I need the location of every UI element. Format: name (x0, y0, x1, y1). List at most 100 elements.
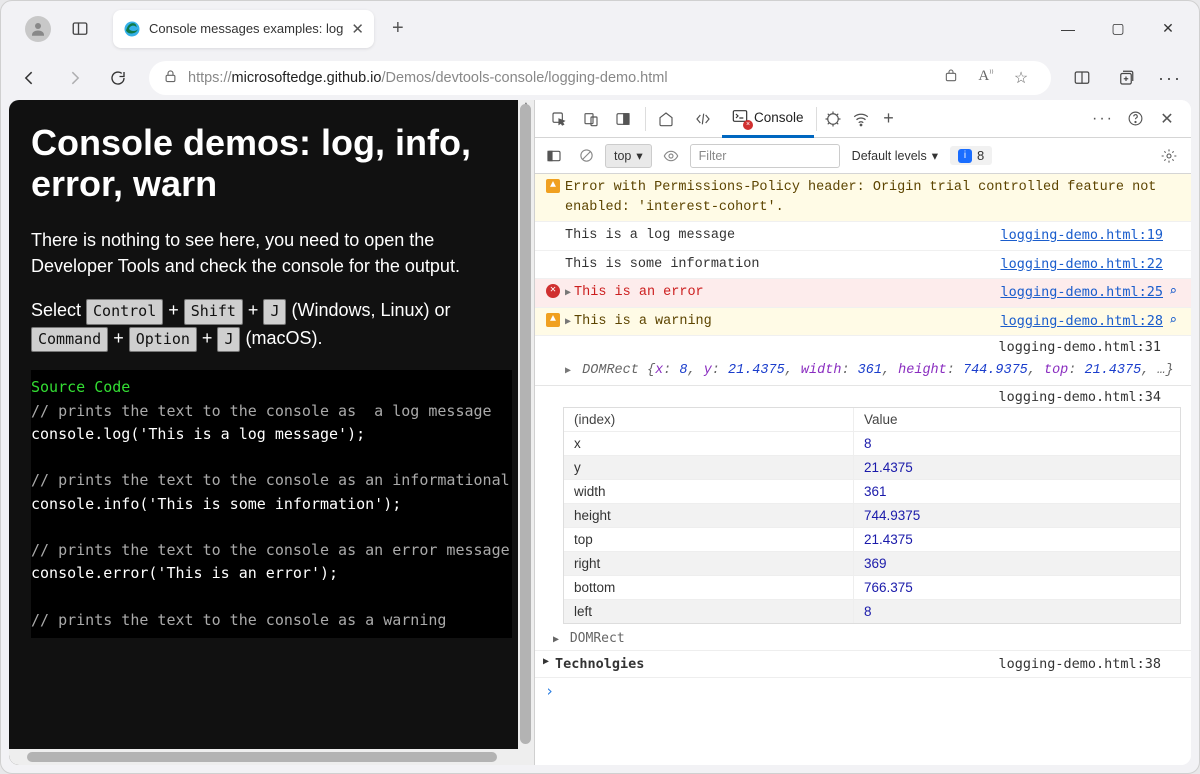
console-row-error[interactable]: ✕ ▶This is an error logging-demo.html:25… (535, 279, 1191, 308)
workspaces-icon[interactable] (61, 10, 99, 48)
url-scheme: https:// (188, 70, 232, 86)
tab-elements[interactable] (684, 100, 722, 138)
table-header-index[interactable]: (index) (564, 408, 854, 431)
table-cell: y (564, 456, 854, 479)
table-cell: width (564, 480, 854, 503)
source-code-box: Source Code // prints the text to the co… (31, 370, 512, 638)
console-row-info[interactable]: This is some information logging-demo.ht… (535, 251, 1191, 280)
tab-console[interactable]: × Console (722, 100, 814, 138)
issues-count-badge[interactable]: i8 (950, 146, 992, 165)
window-maximize-button[interactable]: ▢ (1093, 9, 1143, 49)
issues-icon[interactable] (819, 105, 847, 133)
console-prompt[interactable]: › (535, 677, 1191, 704)
console-table-footer[interactable]: ▶ DOMRect (535, 627, 1191, 650)
shopping-icon[interactable] (935, 68, 967, 88)
devtools-panel: × Console + ··· ✕ top ▾ Filter D (534, 100, 1191, 765)
kbd-j: J (263, 299, 286, 325)
browser-window: Console messages examples: log ✕ + — ▢ ✕… (0, 0, 1200, 774)
kbd-shift: Shift (184, 299, 243, 325)
hscroll-thumb[interactable] (27, 752, 497, 762)
demo-page-viewport: Console demos: log, info, error, warn Th… (9, 100, 534, 765)
more-tabs-icon[interactable]: + (875, 105, 903, 133)
warning-icon: ▲ (546, 179, 560, 193)
titlebar: Console messages examples: log ✕ + — ▢ ✕ (1, 1, 1199, 56)
table-header-value[interactable]: Value (854, 408, 1180, 431)
devtools-menu-icon[interactable]: ··· (1089, 105, 1117, 133)
split-screen-icon[interactable] (1061, 61, 1103, 95)
profile-avatar[interactable] (25, 16, 51, 42)
live-expression-icon[interactable] (658, 143, 684, 169)
console-row-log[interactable]: This is a log message logging-demo.html:… (535, 222, 1191, 251)
warning-icon: ▲ (546, 313, 560, 327)
read-aloud-icon[interactable]: A⁾⁾ (970, 68, 1002, 88)
collections-icon[interactable] (1105, 61, 1147, 95)
source-link[interactable]: logging-demo.html:34 (998, 389, 1161, 405)
source-link[interactable]: logging-demo.html:25 (992, 283, 1163, 303)
source-link[interactable]: logging-demo.html:31 (998, 339, 1161, 355)
console-row-domrect[interactable]: ▶ DOMRect {x: 8, y: 21.4375, width: 361,… (535, 357, 1191, 386)
tab-welcome[interactable] (648, 100, 684, 138)
network-conditions-icon[interactable] (847, 105, 875, 133)
kbd-j2: J (217, 327, 240, 353)
favorite-icon[interactable]: ☆ (1005, 68, 1037, 88)
table-cell: bottom (564, 576, 854, 599)
console-row-permissions-warning[interactable]: ▲ Error with Permissions-Policy header: … (535, 174, 1191, 222)
forward-button (53, 61, 95, 95)
filter-input[interactable]: Filter (690, 144, 840, 168)
page-paragraph-2: Select Control + Shift + J (Windows, Lin… (31, 297, 512, 353)
error-icon: ✕ (546, 284, 560, 298)
search-icon[interactable]: ⌕ (1163, 312, 1183, 331)
source-link[interactable]: logging-demo.html:28 (992, 312, 1163, 332)
console-settings-icon[interactable] (1159, 143, 1185, 169)
inspect-element-icon[interactable] (545, 105, 573, 133)
log-levels-dropdown[interactable]: Default levels ▾ (852, 148, 938, 163)
console-row-domrect-source: logging-demo.html:31 (535, 336, 1191, 357)
console-icon: × (732, 108, 748, 127)
browser-tab[interactable]: Console messages examples: log ✕ (113, 10, 374, 48)
refresh-button[interactable] (97, 61, 139, 95)
tab-close-icon[interactable]: ✕ (351, 20, 364, 38)
expand-toggle-icon[interactable]: ▶ (565, 365, 571, 380)
table-cell: height (564, 504, 854, 527)
horizontal-scrollbar[interactable] (9, 749, 534, 765)
console-row-table-source: logging-demo.html:34 (535, 386, 1191, 407)
expand-toggle-icon[interactable]: ▶ (565, 316, 571, 331)
context-selector[interactable]: top ▾ (605, 144, 652, 168)
menu-button[interactable]: ··· (1149, 61, 1191, 95)
console-toolbar: top ▾ Filter Default levels ▾ i8 (535, 138, 1191, 174)
expand-toggle-icon[interactable]: ▶ (553, 634, 559, 645)
console-row-technologies[interactable]: ▶ Technolgies logging-demo.html:38 (535, 650, 1191, 677)
content-area: Console demos: log, info, error, warn Th… (9, 100, 1191, 765)
source-link[interactable]: logging-demo.html:19 (992, 226, 1163, 246)
console-table: (index)Value x8 y21.4375 width361 height… (563, 407, 1181, 624)
device-emulation-icon[interactable] (577, 105, 605, 133)
url-bar[interactable]: https://microsoftedge.github.io/Demos/de… (149, 61, 1051, 95)
console-row-warning[interactable]: ▲ ▶This is a warning logging-demo.html:2… (535, 308, 1191, 337)
devtools-close-icon[interactable]: ✕ (1153, 105, 1181, 133)
help-icon[interactable] (1121, 105, 1149, 133)
devtools-tabs: × Console + ··· ✕ (535, 100, 1191, 138)
source-link[interactable]: logging-demo.html:22 (992, 255, 1163, 275)
table-cell: top (564, 528, 854, 551)
window-close-button[interactable]: ✕ (1143, 9, 1193, 49)
expand-toggle-icon[interactable]: ▶ (543, 656, 549, 672)
scroll-thumb[interactable] (520, 104, 531, 744)
dock-side-icon[interactable] (609, 105, 637, 133)
page-paragraph-1: There is nothing to see here, you need t… (31, 227, 512, 279)
url-path: /Demos/devtools-console/logging-demo.htm… (381, 70, 667, 86)
back-button[interactable] (9, 61, 51, 95)
page-heading: Console demos: log, info, error, warn (31, 122, 512, 205)
kbd-control: Control (86, 299, 163, 325)
address-bar: https://microsoftedge.github.io/Demos/de… (1, 56, 1199, 100)
window-minimize-button[interactable]: — (1043, 9, 1093, 49)
table-cell: 8 (854, 432, 1180, 455)
clear-console-icon[interactable] (573, 143, 599, 169)
search-icon[interactable]: ⌕ (1163, 283, 1183, 302)
table-cell: 766.375 (854, 576, 1180, 599)
console-sidebar-toggle-icon[interactable] (541, 143, 567, 169)
kbd-option: Option (129, 327, 197, 353)
source-link[interactable]: logging-demo.html:38 (998, 656, 1183, 672)
expand-toggle-icon[interactable]: ▶ (565, 287, 571, 302)
new-tab-button[interactable]: + (392, 17, 404, 40)
vertical-scrollbar[interactable]: ▲ ▼ (518, 100, 534, 765)
